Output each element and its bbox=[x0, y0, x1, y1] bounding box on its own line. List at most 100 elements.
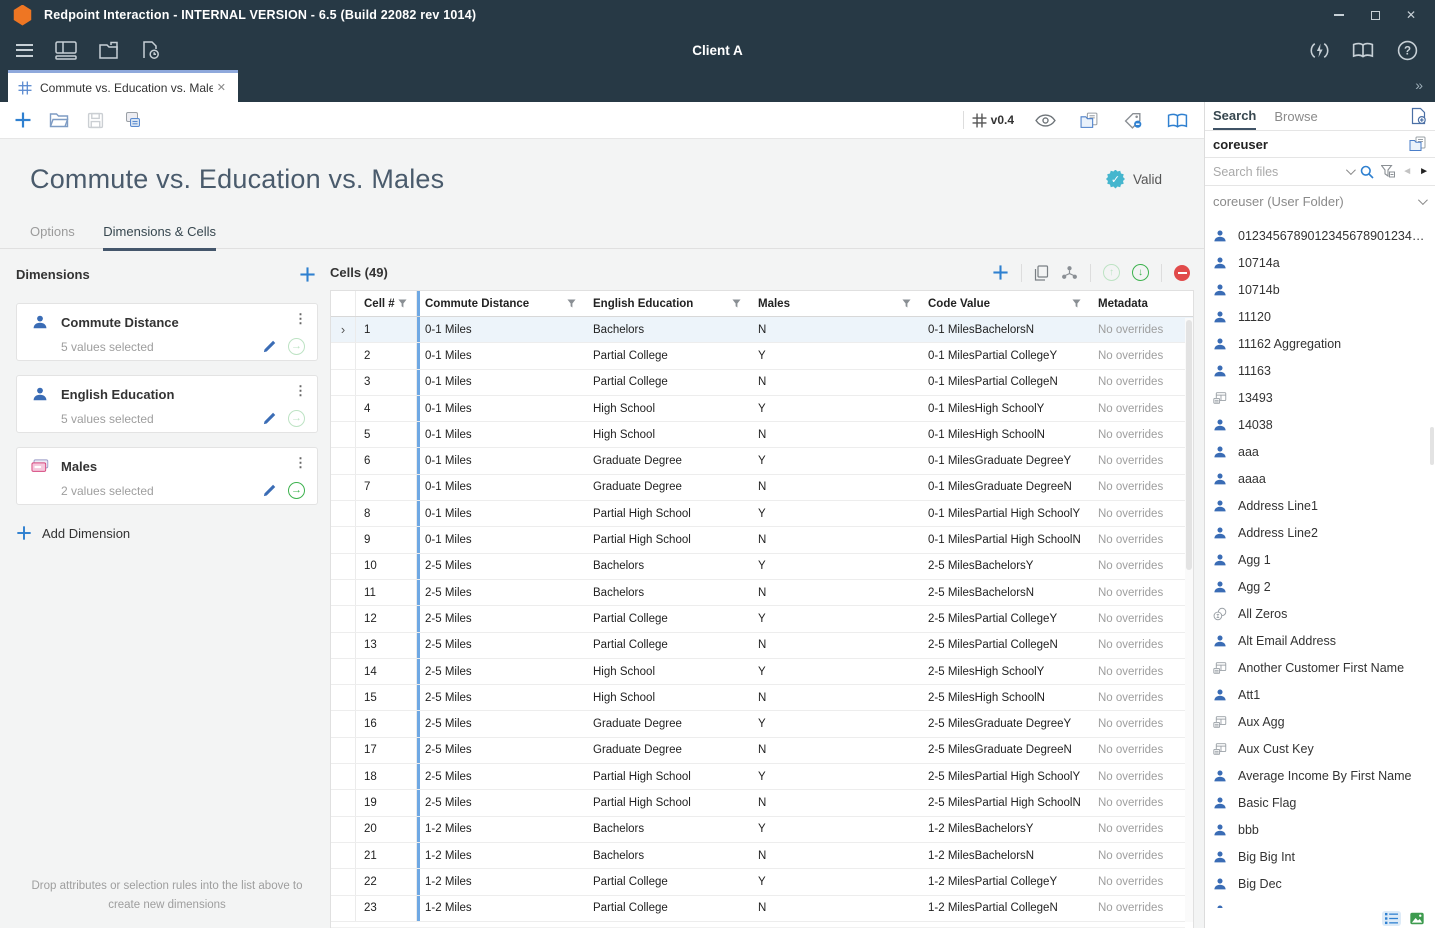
duplicate-button[interactable] bbox=[118, 107, 144, 133]
column-header-metadata[interactable]: Metadata bbox=[1090, 291, 1193, 316]
next-result-button[interactable]: ► bbox=[1419, 166, 1429, 177]
list-item[interactable]: 13493 bbox=[1205, 384, 1435, 411]
list-item[interactable]: 11162 Aggregation bbox=[1205, 330, 1435, 357]
table-row[interactable]: 12 2-5 Miles Partial College Y 2-5 Miles… bbox=[331, 606, 1193, 632]
go-arrow-icon[interactable]: → bbox=[288, 338, 305, 355]
kebab-menu-icon[interactable]: ⋮ bbox=[294, 456, 307, 469]
list-item[interactable]: Att1 bbox=[1205, 681, 1435, 708]
save-button[interactable] bbox=[82, 107, 108, 133]
column-header-code-value[interactable]: Code Value bbox=[920, 291, 1090, 316]
image-view-button[interactable] bbox=[1407, 911, 1427, 926]
new-file-button[interactable] bbox=[1410, 107, 1427, 125]
list-item[interactable]: Average Income By First Name bbox=[1205, 762, 1435, 789]
table-row[interactable]: 8 0-1 Miles Partial High School Y 0-1 Mi… bbox=[331, 501, 1193, 527]
sync-lightning-icon[interactable] bbox=[1305, 36, 1333, 64]
column-header-commute-distance[interactable]: Commute Distance bbox=[417, 291, 585, 316]
table-row[interactable]: 9 0-1 Miles Partial High School N 0-1 Mi… bbox=[331, 527, 1193, 553]
tab-overflow-chevron-icon[interactable]: » bbox=[1415, 77, 1423, 93]
tab-close-icon[interactable]: ✕ bbox=[213, 79, 230, 96]
add-cell-button[interactable] bbox=[992, 264, 1009, 281]
table-row[interactable]: 4 0-1 Miles High School Y 0-1 MilesHigh … bbox=[331, 396, 1193, 422]
list-item[interactable]: 14038 bbox=[1205, 411, 1435, 438]
move-up-button[interactable]: ↑ bbox=[1103, 264, 1120, 281]
table-row[interactable]: 22 1-2 Miles Partial College Y 1-2 Miles… bbox=[331, 869, 1193, 895]
table-row[interactable]: 18 2-5 Miles Partial High School Y 2-5 M… bbox=[331, 764, 1193, 790]
list-item[interactable]: 11120 bbox=[1205, 303, 1435, 330]
list-item[interactable]: Agg 1 bbox=[1205, 546, 1435, 573]
kebab-menu-icon[interactable]: ⋮ bbox=[294, 312, 307, 325]
help-icon[interactable]: ? bbox=[1393, 36, 1421, 64]
add-dimension-plus-button[interactable] bbox=[299, 266, 316, 283]
list-item[interactable]: aaa bbox=[1205, 438, 1435, 465]
list-item[interactable]: Basic Flag bbox=[1205, 789, 1435, 816]
table-row[interactable]: 21 1-2 Miles Bachelors N 1-2 MilesBachel… bbox=[331, 843, 1193, 869]
list-item[interactable]: All Zeros bbox=[1205, 600, 1435, 627]
list-item[interactable]: Address Line1 bbox=[1205, 492, 1435, 519]
go-arrow-icon[interactable]: → bbox=[288, 482, 305, 499]
list-item[interactable]: 10714a bbox=[1205, 249, 1435, 276]
table-row[interactable]: 20 1-2 Miles Bachelors Y 1-2 MilesBachel… bbox=[331, 817, 1193, 843]
file-history-icon[interactable] bbox=[136, 36, 164, 64]
column-header-males[interactable]: Males bbox=[750, 291, 920, 316]
remove-cell-button[interactable] bbox=[1174, 265, 1190, 281]
copy-cells-button[interactable] bbox=[1034, 265, 1049, 281]
tag-button[interactable] bbox=[1120, 107, 1146, 133]
filter-funnel-icon[interactable] bbox=[732, 299, 741, 308]
table-row[interactable]: 14 2-5 Miles High School Y 2-5 MilesHigh… bbox=[331, 659, 1193, 685]
tab-dimensions-cells[interactable]: Dimensions & Cells bbox=[103, 224, 216, 251]
list-item[interactable]: Big Big Int bbox=[1205, 843, 1435, 870]
table-row[interactable]: 16 2-5 Miles Graduate Degree Y 2-5 Miles… bbox=[331, 711, 1193, 737]
collapse-chevron-icon[interactable] bbox=[1418, 195, 1428, 205]
sidebar-scrollbar[interactable] bbox=[1429, 222, 1435, 908]
list-item[interactable]: Big Dec bbox=[1205, 870, 1435, 897]
previous-result-button[interactable]: ◄ bbox=[1402, 166, 1412, 177]
close-button[interactable]: ✕ bbox=[1397, 4, 1425, 26]
filter-results-button[interactable] bbox=[1381, 165, 1395, 178]
open-button[interactable] bbox=[46, 107, 72, 133]
generate-combinations-button[interactable] bbox=[1061, 265, 1078, 280]
list-item[interactable]: 10714b bbox=[1205, 276, 1435, 303]
filter-funnel-icon[interactable] bbox=[398, 299, 407, 308]
tab-search[interactable]: Search bbox=[1213, 102, 1256, 130]
table-row[interactable]: 2 0-1 Miles Partial College Y 0-1 MilesP… bbox=[331, 343, 1193, 369]
new-button[interactable] bbox=[10, 107, 36, 133]
list-item[interactable]: Another Customer First Name bbox=[1205, 654, 1435, 681]
tab-browse[interactable]: Browse bbox=[1274, 102, 1317, 130]
move-down-button[interactable]: ↓ bbox=[1132, 264, 1149, 281]
list-item[interactable]: bbb bbox=[1205, 816, 1435, 843]
kebab-menu-icon[interactable]: ⋮ bbox=[294, 384, 307, 397]
search-button[interactable] bbox=[1360, 165, 1374, 179]
table-row[interactable]: 23 1-2 Miles Partial College N 1-2 Miles… bbox=[331, 896, 1193, 922]
folder-file-icon[interactable] bbox=[94, 36, 122, 64]
table-row[interactable]: 5 0-1 Miles High School N 0-1 MilesHigh … bbox=[331, 422, 1193, 448]
menu-hamburger-icon[interactable] bbox=[10, 36, 38, 64]
tab-commute-vs-education-vs-males[interactable]: Commute vs. Education vs. Males ✕ bbox=[8, 70, 238, 102]
list-item[interactable]: Agg 2 bbox=[1205, 573, 1435, 600]
go-arrow-icon[interactable]: → bbox=[288, 410, 305, 427]
table-row[interactable]: 19 2-5 Miles Partial High School N 2-5 M… bbox=[331, 790, 1193, 816]
edit-pencil-icon[interactable] bbox=[262, 483, 277, 498]
version-badge[interactable]: v0.4 bbox=[972, 113, 1014, 128]
search-files-input[interactable] bbox=[1213, 165, 1339, 179]
list-item[interactable]: 012345678901234567890123456789012345 bbox=[1205, 222, 1435, 249]
tab-options[interactable]: Options bbox=[30, 224, 75, 248]
edit-pencil-icon[interactable] bbox=[262, 411, 277, 426]
table-row[interactable]: 15 2-5 Miles High School N 2-5 MilesHigh… bbox=[331, 685, 1193, 711]
chevron-down-icon[interactable] bbox=[1346, 165, 1356, 175]
maximize-button[interactable] bbox=[1361, 4, 1389, 26]
table-row[interactable]: 10 2-5 Miles Bachelors Y 2-5 MilesBachel… bbox=[331, 554, 1193, 580]
minimize-button[interactable] bbox=[1325, 4, 1353, 26]
add-dimension-button[interactable]: Add Dimension bbox=[16, 525, 318, 541]
dimension-card[interactable]: Commute Distance ⋮ 5 values selected → bbox=[16, 303, 318, 361]
list-item[interactable]: Alt Email Address bbox=[1205, 627, 1435, 654]
row-expander-icon[interactable]: › bbox=[341, 322, 345, 337]
list-item[interactable]: Address Line2 bbox=[1205, 519, 1435, 546]
folder-document-button[interactable] bbox=[1076, 107, 1102, 133]
vertical-scrollbar[interactable] bbox=[1185, 318, 1193, 922]
table-row[interactable]: 7 0-1 Miles Graduate Degree N 0-1 MilesG… bbox=[331, 475, 1193, 501]
filter-funnel-icon[interactable] bbox=[1072, 299, 1081, 308]
folder-group-header[interactable]: coreuser (User Folder) bbox=[1205, 186, 1435, 217]
list-item[interactable]: 11163 bbox=[1205, 357, 1435, 384]
library-book-button[interactable] bbox=[1164, 107, 1190, 133]
edit-pencil-icon[interactable] bbox=[262, 339, 277, 354]
